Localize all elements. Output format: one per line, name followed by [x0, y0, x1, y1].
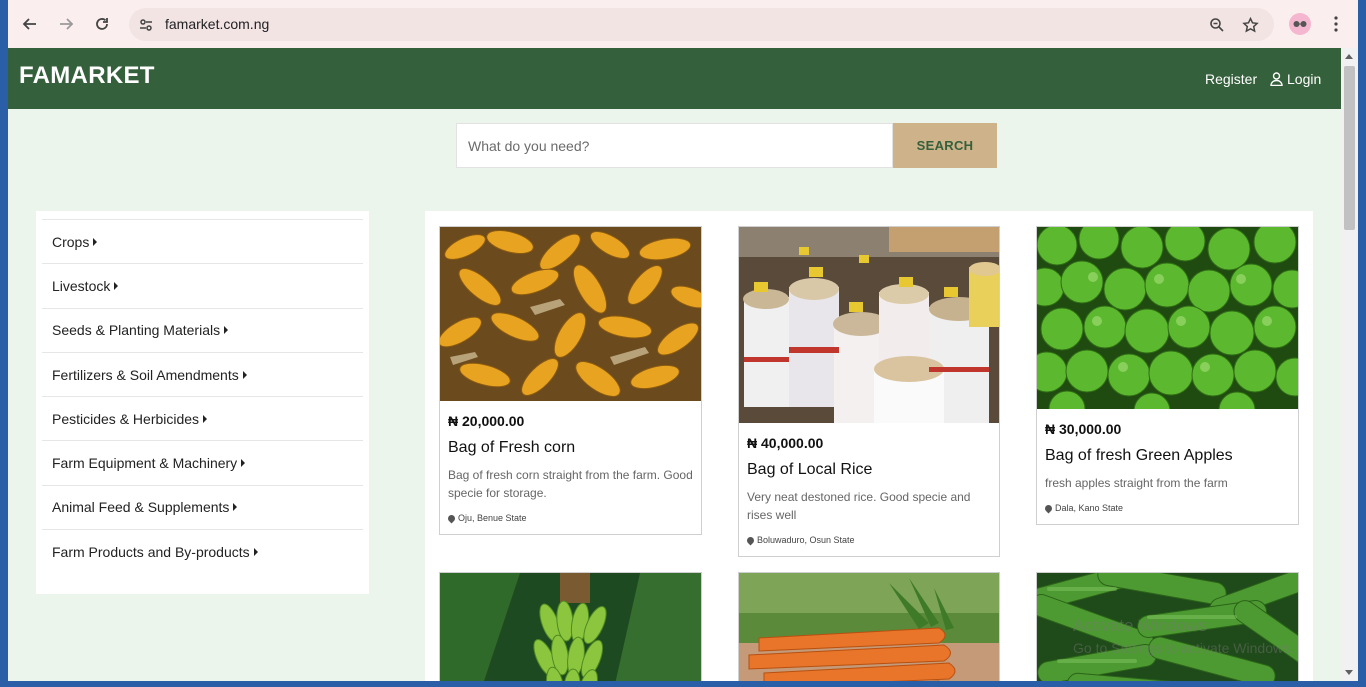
scrollbar-thumb[interactable]	[1344, 66, 1355, 230]
login-link[interactable]: Login	[1270, 71, 1321, 87]
browser-menu-icon[interactable]	[1326, 12, 1346, 36]
scroll-down-arrow-icon[interactable]	[1345, 670, 1353, 675]
login-label: Login	[1287, 71, 1322, 87]
back-icon[interactable]	[18, 12, 42, 36]
product-image-rice[interactable]	[739, 227, 999, 423]
category-item-pesticides[interactable]: Pesticides & Herbicides	[42, 396, 363, 440]
product-card[interactable]	[439, 572, 702, 681]
bookmark-star-icon[interactable]	[1240, 15, 1260, 35]
product-title[interactable]: Bag of Fresh corn	[448, 439, 693, 457]
category-item-animal-feed[interactable]: Animal Feed & Supplements	[42, 484, 363, 529]
category-item-seeds[interactable]: Seeds & Planting Materials	[42, 307, 363, 352]
product-title[interactable]: Bag of Local Rice	[747, 461, 991, 479]
profile-avatar-icon[interactable]	[1289, 13, 1311, 35]
category-item-crops[interactable]: Crops	[42, 219, 363, 263]
product-grid: ₦ 20,000.00 Bag of Fresh corn Bag of fre…	[425, 211, 1313, 681]
product-price: ₦ 20,000.00	[448, 413, 525, 429]
register-link[interactable]: Register	[1205, 71, 1257, 87]
product-image-apples[interactable]	[1037, 227, 1298, 409]
product-image-carrots[interactable]	[739, 573, 999, 681]
browser-toolbar: famarket.com.ng	[8, 0, 1358, 48]
user-icon	[1270, 72, 1283, 86]
product-description: Bag of fresh corn straight from the farm…	[448, 468, 693, 500]
caret-right-icon	[224, 326, 229, 335]
map-marker-icon	[446, 513, 457, 523]
search-button[interactable]: SEARCH	[893, 123, 997, 168]
product-card[interactable]: ₦ 40,000.00 Bag of Local Rice Very neat …	[738, 226, 1000, 557]
activate-windows-watermark: Activate Windows Go to Settings to activ…	[1073, 616, 1294, 656]
product-title[interactable]: Bag of fresh Green Apples	[1045, 447, 1290, 465]
caret-right-icon	[253, 547, 258, 556]
forward-icon[interactable]	[54, 12, 78, 36]
caret-right-icon	[233, 503, 238, 512]
product-card[interactable]: ₦ 30,000.00 Bag of fresh Green Apples fr…	[1036, 226, 1299, 525]
product-card[interactable]	[738, 572, 1000, 681]
caret-right-icon	[114, 281, 119, 290]
category-item-equipment[interactable]: Farm Equipment & Machinery	[42, 440, 363, 484]
product-image-bananas[interactable]	[440, 573, 701, 681]
product-description: fresh apples straight from the farm	[1045, 476, 1228, 490]
category-item-livestock[interactable]: Livestock	[42, 263, 363, 307]
taskbar-strip	[0, 681, 1366, 687]
url-text[interactable]: famarket.com.ng	[165, 16, 269, 32]
scroll-up-arrow-icon[interactable]	[1345, 54, 1353, 59]
site-header: FAMARKET Register Login	[8, 48, 1341, 109]
product-description: Very neat destoned rice. Good specie and…	[747, 490, 971, 522]
category-item-farm-products[interactable]: Farm Products and By-products	[42, 529, 363, 573]
category-sidebar: Crops Livestock Seeds & Planting Materia…	[36, 211, 369, 594]
product-location: Boluwaduro, Osun State	[745, 535, 991, 545]
product-image-corn[interactable]	[440, 227, 701, 401]
product-price: ₦ 30,000.00	[1045, 421, 1122, 437]
map-marker-icon	[1043, 503, 1054, 513]
search-input[interactable]	[456, 123, 893, 168]
product-price: ₦ 40,000.00	[747, 435, 824, 451]
caret-right-icon	[242, 370, 247, 379]
zoom-icon[interactable]	[1207, 15, 1227, 35]
product-location: Oju, Benue State	[446, 513, 693, 523]
category-item-fertilizers[interactable]: Fertilizers & Soil Amendments	[42, 351, 363, 396]
product-card[interactable]: ₦ 20,000.00 Bag of Fresh corn Bag of fre…	[439, 226, 702, 535]
caret-right-icon	[93, 237, 98, 246]
site-logo[interactable]: FAMARKET	[19, 62, 155, 90]
page-scrollbar[interactable]	[1341, 48, 1358, 681]
browser-window: famarket.com.ng FAMARKET Register Login …	[8, 0, 1358, 681]
caret-right-icon	[203, 414, 208, 423]
address-bar[interactable]: famarket.com.ng	[129, 8, 1274, 41]
reload-icon[interactable]	[90, 12, 114, 36]
site-settings-icon[interactable]	[136, 15, 156, 35]
product-location: Dala, Kano State	[1043, 503, 1290, 513]
caret-right-icon	[241, 459, 246, 468]
map-marker-icon	[745, 535, 756, 545]
